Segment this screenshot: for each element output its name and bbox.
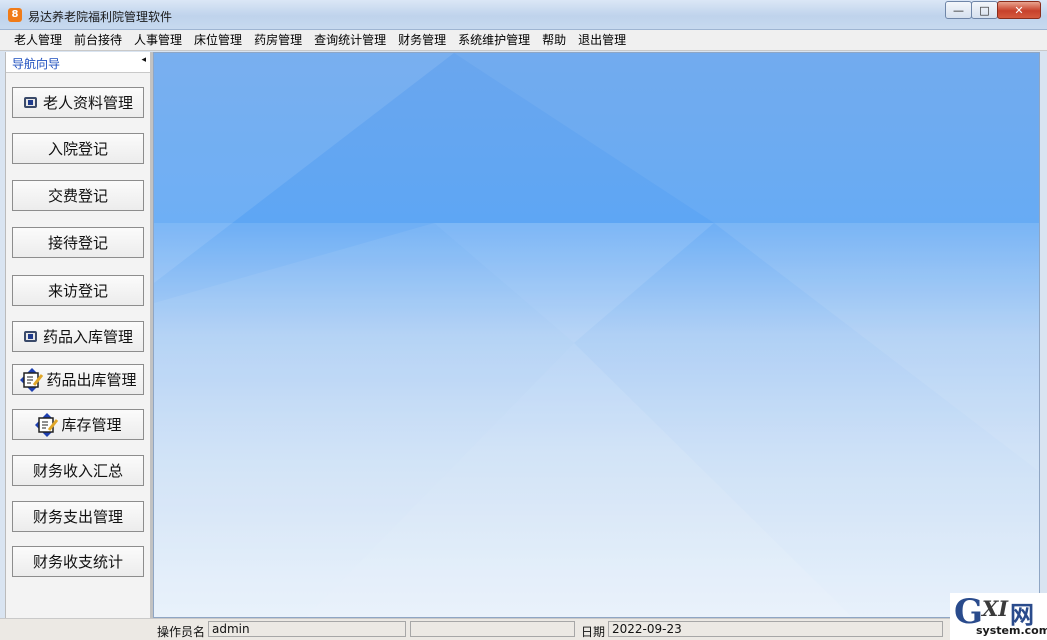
- nav-button-visitor[interactable]: 来访登记: [12, 275, 144, 306]
- menu-help[interactable]: 帮助: [536, 30, 572, 51]
- edit-arrows-icon: [34, 412, 60, 438]
- minimize-button[interactable]: —: [945, 1, 972, 19]
- watermark-xi: XI: [982, 596, 1009, 621]
- nav-button-label: 财务收入汇总: [32, 462, 123, 480]
- main-workspace: [153, 52, 1040, 618]
- background-pattern: [154, 53, 1039, 617]
- menu-beds[interactable]: 床位管理: [188, 30, 248, 51]
- window-controls: — □ ✕: [945, 1, 1041, 19]
- menu-bar: 老人管理 前台接待 人事管理 床位管理 药房管理 查询统计管理 财务管理 系统维…: [0, 30, 1047, 51]
- nav-button-label: 药品出库管理: [46, 371, 137, 389]
- title-bar: 8 易达养老院福利院管理软件 — □ ✕: [0, 0, 1047, 30]
- nav-button-label: 财务支出管理: [32, 508, 123, 526]
- site-watermark: G XI 网 system.com: [950, 593, 1047, 640]
- menu-system-maintenance[interactable]: 系统维护管理: [452, 30, 536, 51]
- menu-elder-management[interactable]: 老人管理: [8, 30, 68, 51]
- status-bar: 操作员名 admin 日期 2022-09-23: [0, 618, 1047, 640]
- date-label: 日期: [581, 625, 606, 639]
- edit-arrows-icon: [19, 367, 45, 393]
- card-icon: [23, 329, 41, 345]
- card-icon: [23, 95, 41, 111]
- operator-value: admin: [208, 621, 406, 637]
- status-panel-empty: [410, 621, 575, 637]
- nav-button-label: 接待登记: [47, 234, 108, 252]
- navigation-panel: 导航向导 ◂ 老人资料管理 入院登记 交费登记 接待登记 来访登记 药品入库管理: [5, 52, 153, 618]
- operator-label: 操作员名: [157, 625, 206, 639]
- app-icon: 8: [8, 8, 22, 22]
- nav-button-payment[interactable]: 交费登记: [12, 180, 144, 211]
- nav-button-elder-records[interactable]: 老人资料管理: [12, 87, 144, 118]
- menu-finance[interactable]: 财务管理: [392, 30, 452, 51]
- date-value: 2022-09-23: [608, 621, 943, 637]
- nav-button-label: 交费登记: [47, 187, 108, 205]
- nav-button-admission[interactable]: 入院登记: [12, 133, 144, 164]
- maximize-button[interactable]: □: [971, 1, 998, 19]
- nav-title: 导航向导: [12, 57, 61, 71]
- nav-button-drug-inbound[interactable]: 药品入库管理: [12, 321, 144, 352]
- watermark-site: system.com: [976, 624, 1047, 637]
- nav-button-label: 老人资料管理: [42, 94, 133, 112]
- menu-front-desk[interactable]: 前台接待: [68, 30, 128, 51]
- nav-button-drug-outbound[interactable]: 药品出库管理: [12, 364, 144, 395]
- nav-button-label: 来访登记: [47, 282, 108, 300]
- collapse-arrow-icon[interactable]: ◂: [141, 55, 146, 65]
- nav-button-label: 入院登记: [47, 140, 108, 158]
- nav-button-label: 库存管理: [61, 416, 122, 434]
- nav-button-finance-statistics[interactable]: 财务收支统计: [12, 546, 144, 577]
- nav-button-inventory[interactable]: 库存管理: [12, 409, 144, 440]
- nav-header: 导航向导 ◂: [6, 52, 150, 73]
- window-title: 易达养老院福利院管理软件: [28, 10, 173, 24]
- nav-button-label: 药品入库管理: [42, 328, 133, 346]
- close-button[interactable]: ✕: [997, 1, 1041, 19]
- menu-query-statistics[interactable]: 查询统计管理: [308, 30, 392, 51]
- menu-personnel[interactable]: 人事管理: [128, 30, 188, 51]
- nav-button-reception[interactable]: 接待登记: [12, 227, 144, 258]
- menu-pharmacy[interactable]: 药房管理: [248, 30, 308, 51]
- nav-button-label: 财务收支统计: [32, 553, 123, 571]
- nav-button-expense-management[interactable]: 财务支出管理: [12, 501, 144, 532]
- menu-exit[interactable]: 退出管理: [572, 30, 632, 51]
- nav-button-income-summary[interactable]: 财务收入汇总: [12, 455, 144, 486]
